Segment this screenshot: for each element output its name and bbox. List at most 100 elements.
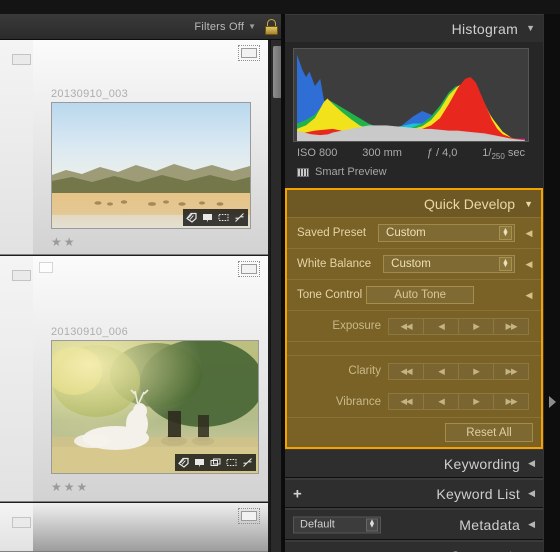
auto-tone-button[interactable]: Auto Tone	[366, 286, 475, 305]
photo-thumbnail[interactable]	[51, 102, 251, 229]
panel-title: Keyword List	[436, 485, 521, 502]
keyword-tag-icon[interactable]	[184, 210, 199, 225]
exposure-stepper[interactable]: ◀◀ ◀ ▶ ▶▶	[388, 317, 529, 335]
grid-cell-partial[interactable]	[0, 256, 33, 502]
histogram-plot	[297, 52, 525, 142]
plus-icon[interactable]: +	[293, 486, 302, 501]
caret-left-icon[interactable]: ◀	[528, 459, 535, 468]
vibrance-increase-large[interactable]: ▶▶	[493, 393, 529, 411]
histogram-chart[interactable]	[293, 48, 529, 142]
chevron-down-icon[interactable]: ▼	[526, 24, 535, 33]
smart-preview-icon	[297, 167, 309, 177]
panel-header-keyword-list[interactable]: + Keyword List ◀	[285, 479, 543, 508]
window-top-chrome	[0, 0, 560, 14]
white-balance-dropdown[interactable]: Custom ▲ ▼	[383, 255, 515, 274]
vibrance-decrease-large[interactable]: ◀◀	[388, 393, 424, 411]
panel-header-comments[interactable]: Comments ◀	[285, 541, 543, 552]
grid-cell[interactable]: 20130910_006 ★★★	[33, 256, 268, 502]
spinner-icon[interactable]: ▲ ▼	[499, 257, 512, 272]
panel-title: Comments	[450, 548, 520, 552]
panel-title: Quick Develop	[424, 195, 516, 212]
thumbnail-badges[interactable]	[175, 454, 256, 471]
saved-preset-dropdown[interactable]: Custom ▲ ▼	[378, 224, 515, 243]
spinner-icon[interactable]: ▲ ▼	[366, 518, 378, 532]
develop-icon[interactable]	[240, 455, 255, 470]
grid-main-column: 20130910_003 ★★ 20130910_006 ★★★	[33, 40, 268, 552]
lightroom-window: Filters Off ▼ 20130910_003 ★★ 20130910_0…	[0, 0, 560, 552]
quick-develop-footer: Reset All	[287, 417, 541, 447]
crop-icon[interactable]	[224, 455, 239, 470]
quick-develop-panel: Quick Develop ▼ Saved Preset Custom ▲ ▼ ◀…	[285, 188, 543, 450]
thumbnail-badges[interactable]	[183, 209, 248, 226]
clarity-stepper[interactable]: ◀◀ ◀ ▶ ▶▶	[388, 362, 529, 380]
flag-marker[interactable]	[39, 262, 53, 273]
clarity-decrease-large[interactable]: ◀◀	[388, 362, 424, 380]
reset-all-button[interactable]: Reset All	[445, 423, 533, 443]
photo-thumbnail[interactable]	[51, 340, 259, 474]
exposure-label: Exposure	[332, 320, 381, 333]
stack-icon[interactable]	[208, 455, 223, 470]
crop-icon[interactable]	[216, 210, 231, 225]
filters-label[interactable]: Filters Off	[194, 21, 244, 33]
caret-left-icon[interactable]: ◀	[521, 259, 537, 270]
vibrance-increase-small[interactable]: ▶	[458, 393, 494, 411]
thumbnail-badge-icon[interactable]	[238, 508, 260, 524]
keyword-tag-icon[interactable]	[176, 455, 191, 470]
panel-header-metadata[interactable]: Default ▲ ▼ Metadata ◀	[285, 509, 543, 540]
row-saved-preset: Saved Preset Custom ▲ ▼ ◀	[287, 217, 541, 248]
grid-partial-column	[0, 40, 33, 552]
grid-cell-partial[interactable]	[0, 503, 33, 552]
filter-bar[interactable]: Filters Off ▼	[0, 14, 285, 40]
right-panel-expand-strip[interactable]	[543, 14, 560, 552]
grid-view-pane: Filters Off ▼ 20130910_003 ★★ 20130910_0…	[0, 14, 285, 552]
grid-cell[interactable]: 20130910_003 ★★	[33, 40, 268, 255]
caret-left-icon[interactable]: ◀	[521, 290, 537, 301]
exif-focal-length: 300 mm	[362, 147, 402, 159]
star-rating[interactable]: ★★	[51, 236, 77, 248]
caret-left-icon[interactable]: ◀	[528, 489, 535, 498]
exif-iso: ISO 800	[297, 147, 338, 159]
star-rating[interactable]: ★★★	[51, 481, 89, 493]
exposure-increase-small[interactable]: ▶	[458, 317, 494, 335]
vibrance-decrease-small[interactable]: ◀	[423, 393, 459, 411]
tone-control-label: Tone Control	[297, 289, 363, 302]
panel-header-histogram[interactable]: Histogram ▼	[285, 14, 543, 42]
grid-area: 20130910_003 ★★ 20130910_006 ★★★	[0, 40, 285, 552]
exif-aperture: ƒ / 4,0	[426, 147, 458, 159]
spinner-icon[interactable]: ▲ ▼	[499, 226, 512, 241]
show-panel-arrow-icon[interactable]	[549, 396, 556, 408]
caret-left-icon[interactable]: ◀	[528, 520, 535, 529]
smart-preview-status[interactable]: Smart Preview	[293, 163, 535, 184]
grid-cell[interactable]	[33, 503, 268, 552]
grid-cell-partial[interactable]	[0, 40, 33, 255]
thumbnail-badge-icon[interactable]	[238, 45, 260, 61]
vibrance-stepper[interactable]: ◀◀ ◀ ▶ ▶▶	[388, 393, 529, 411]
panel-header-quick-develop[interactable]: Quick Develop ▼	[287, 190, 541, 218]
metadata-preset-value: Default	[300, 518, 335, 531]
thumbnail-placeholder	[12, 517, 31, 528]
chevron-down-icon[interactable]: ▼	[524, 199, 533, 209]
clarity-increase-large[interactable]: ▶▶	[493, 362, 529, 380]
exposure-decrease-small[interactable]: ◀	[423, 317, 459, 335]
exposure-increase-large[interactable]: ▶▶	[493, 317, 529, 335]
develop-icon[interactable]	[232, 210, 247, 225]
clarity-decrease-small[interactable]: ◀	[423, 362, 459, 380]
exposure-decrease-large[interactable]: ◀◀	[388, 317, 424, 335]
row-exposure: Exposure ◀◀ ◀ ▶ ▶▶	[287, 310, 541, 341]
lock-icon[interactable]	[264, 18, 279, 35]
clarity-increase-small[interactable]: ▶	[458, 362, 494, 380]
panel-header-keywording[interactable]: Keywording ◀	[285, 449, 543, 478]
comment-icon[interactable]	[200, 210, 215, 225]
photo-filename: 20130910_006	[51, 326, 129, 338]
row-tone-control: Tone Control Auto Tone ◀	[287, 279, 541, 310]
row-vibrance: Vibrance ◀◀ ◀ ▶ ▶▶	[287, 386, 541, 417]
thumbnail-badge-icon[interactable]	[238, 261, 260, 277]
thumbnail-placeholder	[12, 54, 31, 65]
clarity-label: Clarity	[348, 365, 381, 378]
comment-icon[interactable]	[192, 455, 207, 470]
saved-preset-label: Saved Preset	[297, 227, 367, 240]
caret-left-icon[interactable]: ◀	[521, 228, 537, 239]
right-panel: Histogram ▼ ISO 800 300 mm ƒ / 4,0 1/250…	[285, 14, 543, 552]
chevron-down-icon[interactable]: ▼	[248, 22, 256, 31]
metadata-preset-dropdown[interactable]: Default ▲ ▼	[293, 516, 381, 534]
